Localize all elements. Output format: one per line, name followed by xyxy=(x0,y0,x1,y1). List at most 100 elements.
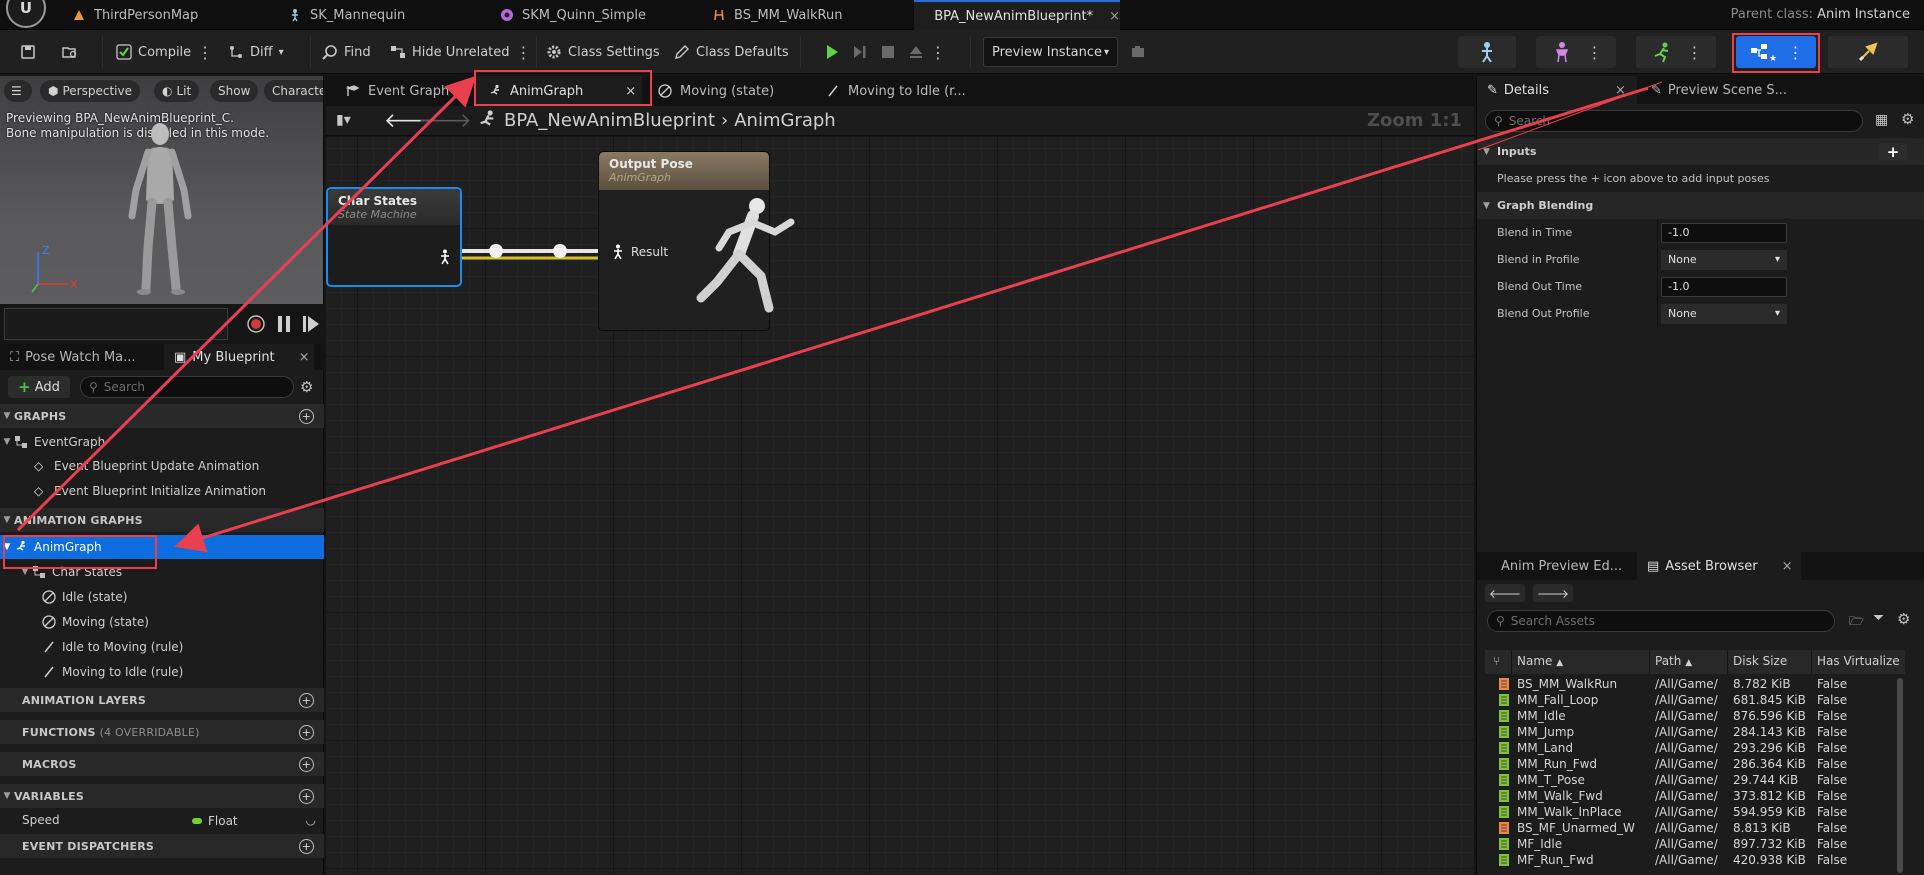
add-variable-icon[interactable]: + xyxy=(299,788,314,804)
tab-my-blueprint[interactable]: ▣ My Blueprint × xyxy=(164,344,314,370)
tree-item-idle-state[interactable]: Idle (state) xyxy=(0,585,324,609)
variable-speed[interactable]: Speed Float ◡ xyxy=(0,808,324,832)
asset-row[interactable]: BS_MM_WalkRun/All/Game/8.782 KiB False xyxy=(1485,676,1905,692)
doc-tab-bs-mm-walkrun[interactable]: BS_MM_WalkRun xyxy=(700,0,842,30)
asset-search-input[interactable]: ⚲ Search Assets xyxy=(1487,610,1835,632)
close-tab-icon[interactable]: × xyxy=(299,350,310,365)
section-graph-blending[interactable]: ▼ Graph Blending xyxy=(1477,192,1924,219)
viewport-menu-button[interactable]: ☰ xyxy=(4,80,32,102)
asset-row[interactable]: MM_Land/All/Game/293.296 KiB False xyxy=(1485,740,1905,756)
tab-pose-watch[interactable]: ⛶ Pose Watch Ma... xyxy=(0,344,164,370)
tree-item-moving-state[interactable]: Moving (state) xyxy=(0,610,324,634)
tab-moving-state[interactable]: Moving (state) xyxy=(646,76,774,106)
column-header-path[interactable]: Path ▲ xyxy=(1655,654,1692,668)
mesh-mode-options-icon[interactable]: ⋮ xyxy=(1587,43,1603,62)
gear-icon[interactable]: ⚙ xyxy=(1897,610,1910,628)
variable-type[interactable]: Float xyxy=(192,814,238,828)
doc-tab-thirdpersonmap[interactable]: ThirdPersonMap xyxy=(60,0,198,30)
column-header-name[interactable]: Name ▲ xyxy=(1517,654,1563,668)
tab-anim-preview-editor[interactable]: Anim Preview Ed... xyxy=(1477,552,1637,580)
column-header-has-virtualized[interactable]: Has Virtualize xyxy=(1817,654,1900,668)
lit-button[interactable]: ◐ Lit xyxy=(154,80,200,102)
eye-icon[interactable]: ◡ xyxy=(306,813,316,827)
section-animation-graphs[interactable]: ▼ ANIMATION GRAPHS xyxy=(0,508,324,532)
class-settings-button[interactable]: Class Settings xyxy=(540,38,666,66)
add-layer-icon[interactable]: + xyxy=(299,692,314,708)
add-dispatcher-icon[interactable]: + xyxy=(299,838,314,854)
column-divider[interactable] xyxy=(1657,246,1658,273)
doc-tab-skm-quinn-simple[interactable]: SKM_Quinn_Simple xyxy=(488,0,646,30)
close-tab-icon[interactable]: × xyxy=(1615,83,1626,98)
compile-options-icon[interactable]: ⋮ xyxy=(197,43,213,62)
class-defaults-button[interactable]: Class Defaults xyxy=(668,38,795,66)
column-divider[interactable] xyxy=(1811,650,1812,674)
asset-row[interactable]: MF_Run_Fwd/All/Game/420.938 KiB False xyxy=(1485,852,1905,868)
doc-tab-sk-mannequin[interactable]: SK_Mannequin xyxy=(276,0,405,30)
stop-button[interactable] xyxy=(874,38,902,66)
pause-icon[interactable] xyxy=(276,314,292,334)
blend-in-time-input[interactable]: -1.0 xyxy=(1661,222,1787,243)
diff-button[interactable]: Diff ▾ xyxy=(222,38,290,66)
close-tab-icon[interactable]: × xyxy=(1782,559,1793,574)
section-variables[interactable]: ▼ VARIABLES + xyxy=(0,784,324,808)
pose-pin-icon[interactable] xyxy=(438,249,452,265)
add-function-icon[interactable]: + xyxy=(299,724,314,740)
node-output-pose[interactable]: Output Pose AnimGraph Result xyxy=(598,151,795,331)
step-forward-icon[interactable] xyxy=(302,314,320,334)
gear-icon[interactable]: ⚙ xyxy=(300,378,313,396)
compile-button[interactable]: Compile ⋮ xyxy=(110,38,218,66)
bookmark-icon[interactable]: ▮▾ xyxy=(336,112,351,128)
asset-row[interactable]: MM_Run_Fwd/All/Game/286.364 KiB False xyxy=(1485,756,1905,772)
tree-item-event-initialize[interactable]: ◇ Event Blueprint Initialize Animation xyxy=(0,479,324,503)
character-button[interactable]: Characte xyxy=(264,80,323,102)
column-divider[interactable] xyxy=(1657,300,1658,327)
play-options-icon[interactable]: ⋮ xyxy=(930,43,946,62)
show-button[interactable]: Show xyxy=(210,80,259,102)
tab-preview-scene[interactable]: ✎ Preview Scene S... xyxy=(1641,76,1821,104)
blend-out-time-input[interactable]: -1.0 xyxy=(1661,276,1787,297)
details-search-input[interactable]: ⚲ Search xyxy=(1485,110,1863,132)
table-view-icon[interactable]: ▦ xyxy=(1875,112,1888,128)
tree-item-event-update[interactable]: ◇ Event Blueprint Update Animation xyxy=(0,454,324,478)
column-options-icon[interactable]: ⑂ xyxy=(1493,654,1500,668)
column-divider[interactable] xyxy=(1727,650,1728,674)
asset-row[interactable]: MM_Fall_Loop/All/Game/681.845 KiB False xyxy=(1485,692,1905,708)
eject-button[interactable]: ⋮ xyxy=(902,38,951,66)
breadcrumb-graph[interactable]: AnimGraph xyxy=(734,110,835,131)
tab-moving-to-idle[interactable]: Moving to Idle (r... xyxy=(814,76,966,106)
add-graph-icon[interactable]: + xyxy=(299,408,314,424)
asset-row[interactable]: MM_Idle/All/Game/876.596 KiB False xyxy=(1485,708,1905,724)
section-macros[interactable]: MACROS + xyxy=(0,752,324,776)
tree-item-char-states[interactable]: ▼ Char States xyxy=(0,560,324,584)
close-tab-icon[interactable]: × xyxy=(1109,9,1120,24)
save-button[interactable] xyxy=(14,38,42,66)
column-divider[interactable] xyxy=(1511,650,1512,674)
find-button[interactable]: Find xyxy=(316,38,377,66)
tab-animgraph[interactable]: AnimGraph × xyxy=(476,76,642,106)
tree-item-eventgraph[interactable]: ▼ EventGraph xyxy=(0,430,324,454)
mesh-mode-button[interactable]: ⋮ xyxy=(1536,36,1616,68)
asset-row[interactable]: MM_Walk_InPlace/All/Game/594.959 KiB Fals… xyxy=(1485,804,1905,820)
physics-mode-button[interactable] xyxy=(1828,36,1908,68)
tab-asset-browser[interactable]: ▤ Asset Browser × xyxy=(1637,552,1801,580)
node-char-states[interactable]: Char States State Machine xyxy=(326,187,462,287)
debug-object-button[interactable] xyxy=(1124,38,1152,66)
section-animation-layers[interactable]: ANIMATION LAYERS + xyxy=(0,688,324,712)
section-functions[interactable]: FUNCTIONS (4 OVERRIDABLE) + xyxy=(0,720,324,744)
timeline-field[interactable] xyxy=(4,308,228,340)
blueprint-mode-button[interactable]: ★ ⋮ xyxy=(1736,36,1816,68)
blueprint-search-input[interactable]: ⚲ Search xyxy=(80,376,294,398)
preview-instance-dropdown[interactable]: Preview Instance ▾ xyxy=(983,37,1118,67)
blend-in-profile-select[interactable]: None ▾ xyxy=(1661,249,1787,270)
section-inputs[interactable]: ▼ Inputs + xyxy=(1477,138,1924,165)
blend-out-profile-select[interactable]: None ▾ xyxy=(1661,303,1787,324)
tree-item-moving-to-idle[interactable]: Moving to Idle (rule) xyxy=(0,660,324,684)
breadcrumb-blueprint[interactable]: BPA_NewAnimBlueprint xyxy=(504,110,715,131)
history-back-button[interactable]: 🡐 xyxy=(1485,584,1525,602)
doc-tab-bpa-newanimblueprint[interactable]: BPA_NewAnimBlueprint* × xyxy=(914,0,1120,30)
history-forward-button[interactable]: 🡒 xyxy=(1533,584,1573,602)
record-icon[interactable] xyxy=(246,314,266,334)
hide-unrelated-button[interactable]: Hide Unrelated ⋮ xyxy=(384,38,537,66)
tab-event-graph[interactable]: Event Graph xyxy=(334,76,449,106)
asset-row[interactable]: MM_Walk_Fwd/All/Game/373.812 KiB False xyxy=(1485,788,1905,804)
